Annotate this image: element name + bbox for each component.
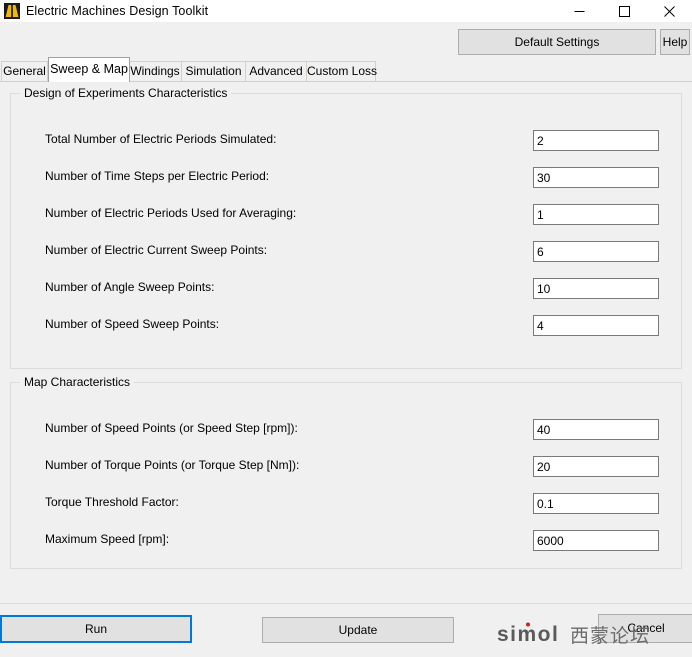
help-button[interactable]: Help [660,29,690,55]
label-speed-sweep-points: Number of Speed Sweep Points: [45,317,220,331]
input-number-of-speed-points[interactable] [533,419,659,440]
label-time-steps-per-period: Number of Time Steps per Electric Period… [45,169,270,183]
input-torque-threshold-factor[interactable] [533,493,659,514]
input-angle-sweep-points[interactable] [533,278,659,299]
cancel-button[interactable]: Cancel [598,614,692,643]
group-title: Map Characteristics [20,375,135,389]
group-title: Design of Experiments Characteristics [20,86,232,100]
tab-simulation[interactable]: Simulation [181,61,246,82]
tab-windings[interactable]: Windings [128,61,182,82]
window-title: Electric Machines Design Toolkit [26,4,209,18]
input-maximum-speed[interactable] [533,530,659,551]
update-button[interactable]: Update [262,617,454,643]
label-maximum-speed: Maximum Speed [rpm]: [45,532,170,546]
tab-advanced[interactable]: Advanced [245,61,307,82]
title-bar: Electric Machines Design Toolkit [0,0,692,22]
minimize-button[interactable] [557,0,602,22]
input-total-electric-periods[interactable] [533,130,659,151]
label-number-of-torque-points: Number of Torque Points (or Torque Step … [45,458,300,472]
label-current-sweep-points: Number of Electric Current Sweep Points: [45,243,268,257]
app-mountain-icon [4,3,20,19]
label-number-of-speed-points: Number of Speed Points (or Speed Step [r… [45,421,298,435]
input-time-steps-per-period[interactable] [533,167,659,188]
input-periods-used-for-averaging[interactable] [533,204,659,225]
tab-strip: General Sweep & Map Windings Simulation Adva… [0,57,692,82]
maximize-button[interactable] [602,0,647,22]
window-controls [557,0,692,22]
input-speed-sweep-points[interactable] [533,315,659,336]
tab-general[interactable]: General [1,61,48,82]
run-button[interactable]: Run [0,615,192,643]
tab-sweep-map[interactable]: Sweep & Map [48,57,130,82]
tab-custom-loss[interactable]: Custom Loss [306,61,377,82]
label-total-electric-periods: Total Number of Electric Periods Simulat… [45,132,277,146]
label-torque-threshold-factor: Torque Threshold Factor: [45,495,179,509]
close-button[interactable] [647,0,692,22]
input-number-of-torque-points[interactable] [533,456,659,477]
input-current-sweep-points[interactable] [533,241,659,262]
default-settings-button[interactable]: Default Settings [458,29,656,55]
tab-page-sweep-and-map: Design of Experiments Characteristics Ma… [0,81,692,601]
label-periods-used-for-averaging: Number of Electric Periods Used for Aver… [45,206,297,220]
label-angle-sweep-points: Number of Angle Sweep Points: [45,280,215,294]
